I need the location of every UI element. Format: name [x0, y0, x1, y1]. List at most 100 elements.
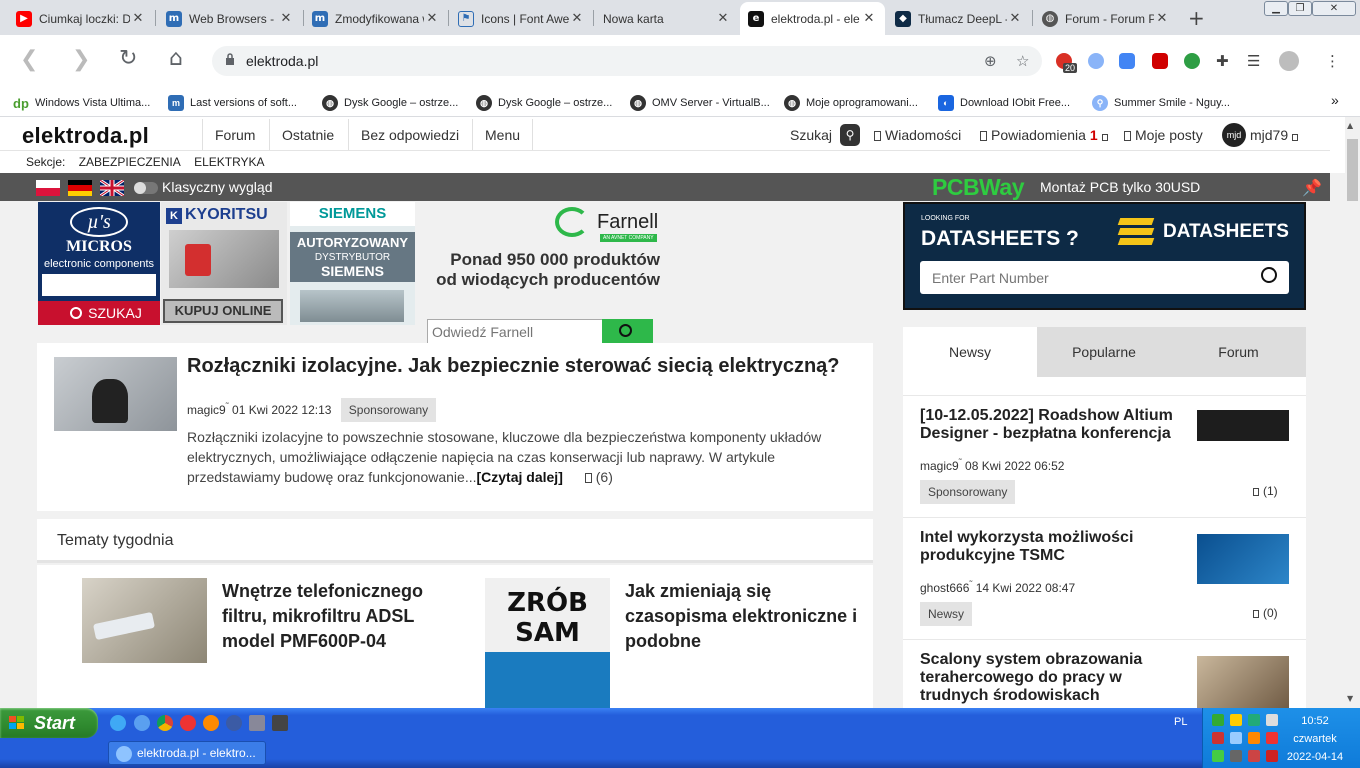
tab-forum[interactable]: Forum [1171, 327, 1306, 377]
menu-bez-odpowiedzi[interactable]: Bez odpowiedzi [348, 119, 471, 151]
volume-icon[interactable] [1248, 732, 1260, 744]
search-icon[interactable]: ⚲ [840, 124, 860, 146]
tab-elektroda[interactable]: e elektroda.pl - ele ✕ [740, 2, 885, 35]
app-icon[interactable] [272, 715, 288, 731]
kyoritsu-ad[interactable]: K KYORITSU KUPUJ ONLINE [161, 202, 287, 325]
scrollbar-thumb[interactable] [1347, 139, 1358, 201]
profile-avatar-icon[interactable] [1279, 51, 1299, 71]
close-icon[interactable]: ✕ [130, 11, 146, 26]
section-zabezpieczenia[interactable]: ZABEZPIECZENIA [79, 155, 181, 169]
tray-icon[interactable] [1248, 714, 1260, 726]
scroll-down-icon[interactable]: ▼ [1347, 694, 1353, 703]
tab-deepl[interactable]: ◆ Tłumacz DeepL - ✕ [887, 2, 1031, 35]
news-title[interactable]: [10-12.05.2022] Roadshow Altium Designer… [920, 407, 1185, 443]
tray-icon[interactable] [1230, 750, 1242, 762]
close-icon[interactable]: ✕ [278, 11, 294, 26]
search-icon[interactable] [1261, 267, 1277, 283]
news-thumbnail[interactable] [1197, 534, 1289, 584]
reload-button[interactable]: ↻ [119, 46, 137, 71]
comment-count[interactable]: (6) [596, 469, 613, 485]
close-icon[interactable]: ✕ [569, 11, 585, 26]
bookmark-item[interactable]: ⚲ Summer Smile - Nguy... [1092, 95, 1230, 111]
translate-extension-icon[interactable] [1119, 53, 1135, 69]
news-title[interactable]: Scalony system obrazowania terahercowego… [920, 651, 1185, 705]
globe-extension-icon[interactable] [1184, 53, 1200, 69]
antivirus-icon[interactable] [1266, 750, 1278, 762]
ie-icon[interactable] [110, 715, 126, 731]
datasheets-ad[interactable]: LOOKING FOR DATASHEETS ? DATASHEETS [903, 202, 1306, 310]
part-number-input[interactable] [920, 261, 1289, 294]
forward-button[interactable]: ❯ [72, 47, 90, 72]
bookmark-item[interactable]: ◍ Dysk Google – ostrze... [322, 95, 458, 111]
pcbway-logo[interactable]: PCBWay [932, 174, 1025, 201]
search-link[interactable]: Szukaj [790, 119, 832, 151]
kyoritsu-buy-button[interactable]: KUPUJ ONLINE [163, 299, 283, 323]
search-extension-icon[interactable] [1088, 53, 1104, 69]
pcbway-text[interactable]: Montaż PCB tylko 30USD [1040, 179, 1200, 195]
clock[interactable]: 10:52 czwartek 2022-04-14 [1285, 712, 1345, 766]
close-icon[interactable]: ✕ [715, 11, 731, 26]
avatar[interactable]: mjd [1222, 123, 1246, 147]
tray-icon[interactable] [1212, 732, 1224, 744]
topic-thumbnail[interactable]: ZRÓB SAM [485, 578, 610, 708]
tab-youtube[interactable]: ▶ Ciumkaj loczki: DU ✕ [8, 2, 154, 35]
classic-view-toggle[interactable] [134, 182, 158, 194]
new-tab-button[interactable]: + [1188, 6, 1205, 30]
chrome-icon[interactable] [157, 715, 173, 731]
tray-icon[interactable] [1266, 732, 1278, 744]
scroll-up-icon[interactable]: ▲ [1347, 121, 1353, 130]
bookmark-item[interactable]: ◐ Download IObit Free... [938, 95, 1070, 111]
micros-ad[interactable]: µ's MICROS electronic components SZUKAJ [38, 202, 160, 325]
news-thumbnail[interactable] [1197, 656, 1289, 708]
close-icon[interactable]: ✕ [1007, 11, 1023, 26]
flag-de-icon[interactable] [68, 180, 92, 196]
news-author[interactable]: magic9 [920, 459, 959, 473]
farnell-search-button[interactable] [602, 319, 653, 345]
media-queue-icon[interactable]: ☰ [1247, 52, 1260, 70]
article-title[interactable]: Rozłączniki izolacyjne. Jak bezpiecznie … [187, 355, 840, 378]
micros-search-input[interactable] [42, 274, 156, 296]
bookmark-item[interactable]: dp Windows Vista Ultima... [13, 95, 150, 111]
menu-ostatnie[interactable]: Ostatnie [269, 119, 346, 151]
page-scrollbar[interactable] [1345, 117, 1360, 708]
close-icon[interactable]: ✕ [424, 11, 440, 26]
language-indicator[interactable]: PL [1174, 716, 1187, 728]
firefox-icon[interactable] [203, 715, 219, 731]
news-title[interactable]: Intel wykorzysta możliwości produkcyjne … [920, 529, 1185, 565]
home-button[interactable]: ⌂ [169, 46, 183, 71]
close-icon[interactable]: ✕ [1154, 11, 1170, 26]
bookmark-item[interactable]: ◍ Moje oprogramowani... [784, 95, 918, 111]
tab-new-tab[interactable]: Nowa karta ✕ [595, 2, 739, 35]
palemoon-icon[interactable] [226, 715, 242, 731]
news-thumbnail[interactable] [1197, 410, 1289, 441]
extensions-puzzle-icon[interactable]: ✚ [1216, 52, 1229, 70]
menu-forum[interactable]: Forum [202, 119, 267, 151]
tab-popularne[interactable]: Popularne [1037, 327, 1171, 377]
tab-forum-pc[interactable]: ◍ Forum - Forum PC ✕ [1034, 2, 1178, 35]
read-more-link[interactable]: [Czytaj dalej] [477, 469, 563, 485]
back-button[interactable]: ❮ [20, 47, 38, 72]
bookmark-item[interactable]: ◍ OMV Server - VirtualB... [630, 95, 770, 111]
menu-dots-icon[interactable]: ⋮ [1325, 52, 1340, 70]
menu-menu[interactable]: Menu [472, 119, 534, 151]
tray-icon[interactable] [1212, 714, 1224, 726]
star-icon[interactable]: ☆ [1016, 52, 1029, 70]
news-comments[interactable]: (1) [1253, 484, 1278, 498]
section-elektryka[interactable]: ELEKTRYKA [194, 155, 264, 169]
news-comments[interactable]: (0) [1253, 606, 1278, 620]
close-window-button[interactable]: ✕ [1312, 1, 1356, 16]
bookmarks-overflow-button[interactable]: » [1331, 92, 1339, 108]
pin-icon[interactable]: 📌 [1302, 178, 1322, 197]
article-thumbnail[interactable] [54, 357, 177, 431]
opera-icon[interactable] [180, 715, 196, 731]
close-icon[interactable]: ✕ [861, 11, 877, 26]
news-author[interactable]: ghost666 [920, 581, 969, 595]
flag-uk-icon[interactable] [100, 180, 124, 196]
add-icon[interactable]: ⊕ [984, 52, 997, 70]
flag-pl-icon[interactable] [36, 180, 60, 196]
farnell-search-input[interactable] [427, 319, 603, 345]
micros-search-button[interactable]: SZUKAJ [38, 301, 160, 325]
tray-icon[interactable] [1230, 732, 1242, 744]
notifications-link[interactable]: Powiadomienia 1 [980, 119, 1112, 151]
site-logo[interactable]: elektroda.pl [22, 123, 149, 149]
